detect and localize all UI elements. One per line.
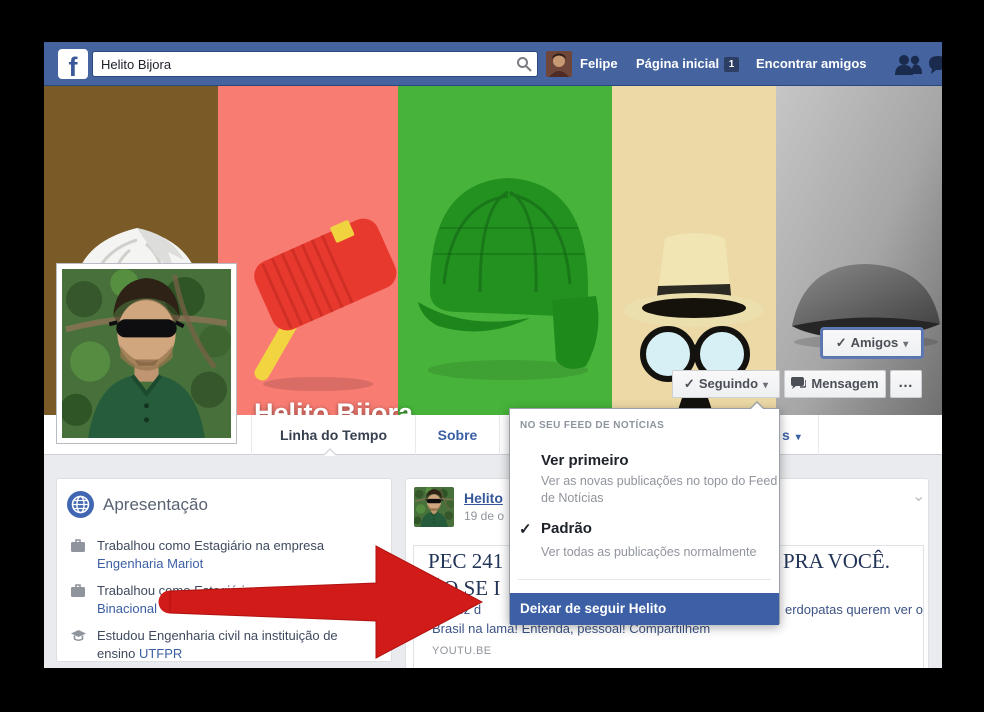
dropdown-section-header: NO SEU FEED DE NOTÍCIAS (520, 420, 665, 431)
ellipsis-icon: … (898, 374, 914, 391)
tab-partial[interactable]: s ▾ (782, 415, 822, 455)
annotation-arrow (158, 545, 484, 659)
menu-item-description: Ver as novas publicações no topo do Feed (541, 474, 778, 488)
link-title-fragment: PRA VOCÊ. (783, 549, 890, 573)
graduation-cap-icon (71, 630, 86, 642)
post-menu-chevron-icon[interactable]: ⌄ (912, 489, 925, 505)
briefcase-icon (71, 584, 85, 597)
link-description-fragment: erdopatas querem ver o (785, 602, 924, 617)
top-navigation-bar: f Felipe Página inicial 1 Encontrar amig… (44, 42, 942, 86)
check-icon: ✓ (519, 521, 532, 538)
green-cap-illustration (418, 178, 599, 380)
red-mallet-illustration (254, 218, 397, 391)
briefcase-icon (71, 539, 85, 552)
post-author-avatar[interactable] (414, 487, 454, 527)
friend-requests-icon[interactable] (894, 53, 924, 75)
check-icon: ✓ (683, 376, 695, 391)
tab-about[interactable]: Sobre (416, 415, 499, 455)
following-dropdown-menu: NO SEU FEED DE NOTÍCIAS Ver primeiro Ver… (509, 401, 780, 625)
home-notification-badge: 1 (724, 57, 739, 72)
post-timestamp[interactable]: 19 de o (464, 509, 504, 523)
search-icon[interactable] (516, 56, 532, 72)
profile-picture[interactable] (56, 263, 237, 444)
profile-name: Helito Bijora (254, 398, 414, 415)
globe-icon (67, 491, 94, 518)
more-options-button[interactable]: … (890, 370, 922, 398)
find-friends-link[interactable]: Encontrar amigos (756, 42, 867, 86)
unfollow-menu-item[interactable]: Deixar de seguir Helito (510, 593, 779, 625)
messages-icon[interactable] (928, 55, 942, 77)
intro-title: Apresentação (103, 495, 208, 514)
message-button[interactable]: Mensagem (784, 370, 886, 398)
menu-item-default[interactable]: Padrão (541, 520, 592, 537)
post-author-name[interactable]: Helito (464, 490, 503, 506)
selected-tab-caret (323, 441, 337, 456)
profile-shortcut[interactable]: Felipe (580, 42, 618, 86)
home-link[interactable]: Página inicial (636, 42, 719, 86)
dropdown-notch (749, 401, 765, 410)
menu-divider (518, 579, 771, 580)
caret-down-icon: ▾ (903, 339, 909, 350)
following-button[interactable]: ✓ Seguindo ▾ (672, 370, 780, 398)
user-avatar[interactable] (546, 51, 572, 77)
cover-panel-gray (776, 86, 942, 415)
caret-down-icon: ▾ (763, 380, 769, 391)
message-bubble-icon (791, 377, 808, 389)
screenshot-stage: f Felipe Página inicial 1 Encontrar amig… (0, 0, 984, 712)
facebook-window: f Felipe Página inicial 1 Encontrar amig… (44, 42, 942, 668)
friends-button[interactable]: ✓ Amigos ▾ (822, 329, 922, 357)
check-icon: ✓ (835, 335, 847, 350)
menu-item-see-first[interactable]: Ver primeiro (541, 452, 629, 469)
search-input[interactable] (92, 51, 538, 77)
facebook-logo-icon[interactable]: f (58, 49, 88, 79)
menu-item-description: de Notícias (541, 491, 604, 505)
menu-item-description: Ver todas as publicações normalmente (541, 545, 757, 559)
caret-down-icon: ▾ (795, 432, 801, 443)
